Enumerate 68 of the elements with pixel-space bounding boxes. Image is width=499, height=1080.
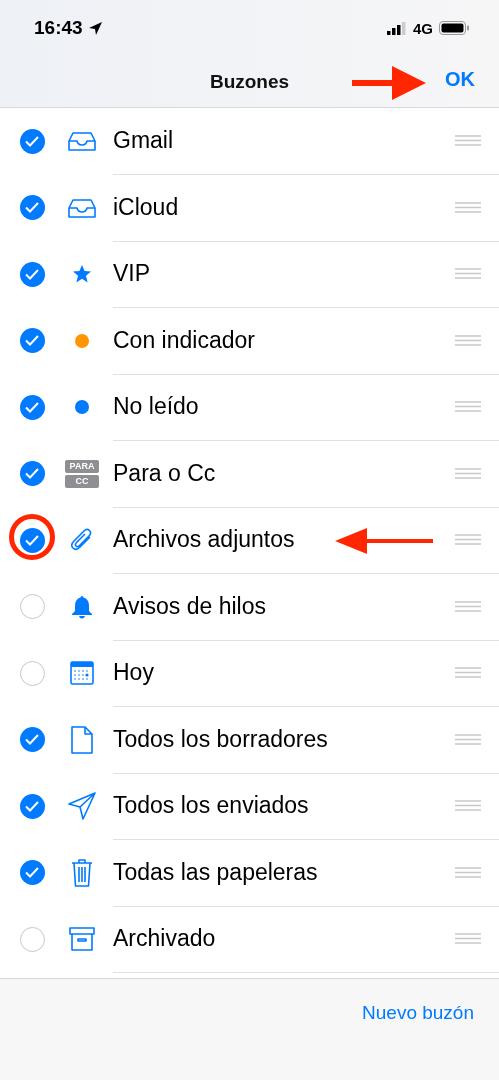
- drag-handle-icon[interactable]: [455, 401, 481, 413]
- battery-icon: [439, 21, 469, 35]
- location-arrow-icon: [88, 21, 102, 35]
- drag-handle-icon[interactable]: [455, 933, 481, 945]
- mailbox-label: No leído: [113, 393, 199, 421]
- drag-handle-icon[interactable]: [455, 467, 481, 479]
- paper-plane-icon: [68, 792, 96, 821]
- mailbox-checkbox[interactable]: [19, 261, 45, 287]
- mailbox-label: Gmail: [113, 127, 174, 155]
- tray-icon: [68, 131, 96, 152]
- checkmark-icon: [25, 734, 39, 746]
- drag-handle-icon[interactable]: [455, 800, 481, 812]
- drag-handle-icon[interactable]: [455, 733, 481, 745]
- mailbox-checkbox[interactable]: [19, 594, 45, 620]
- mailbox-checkbox[interactable]: [19, 793, 45, 819]
- drag-handle-icon[interactable]: [455, 334, 481, 346]
- mailbox-label: Todos los borradores: [113, 725, 328, 753]
- network-label: 4G: [413, 19, 433, 37]
- checkmark-icon: [25, 335, 39, 347]
- mailbox-checkbox[interactable]: [19, 727, 45, 753]
- trash-icon: [71, 858, 93, 887]
- mailbox-checkbox[interactable]: [19, 461, 45, 487]
- drag-handle-icon[interactable]: [455, 201, 481, 213]
- mailbox-label: Con indicador: [113, 326, 255, 354]
- mailbox-label: Hoy: [113, 659, 154, 687]
- checkmark-icon: [25, 202, 39, 214]
- mailbox-checkbox[interactable]: [19, 660, 45, 686]
- checkmark-icon: [25, 534, 39, 546]
- status-time: 16:43: [34, 17, 83, 39]
- checkmark-icon: [25, 800, 39, 812]
- checkmark-icon: [25, 268, 39, 280]
- document-icon: [71, 725, 93, 754]
- mailbox-label: Archivado: [113, 925, 216, 953]
- drag-handle-icon[interactable]: [455, 600, 481, 612]
- mailbox-checkbox[interactable]: [19, 328, 45, 354]
- mailbox-label: iCloud: [113, 193, 179, 221]
- checkmark-icon: [25, 135, 39, 147]
- mailbox-label: Todos los enviados: [113, 792, 309, 820]
- drag-handle-icon[interactable]: [455, 866, 481, 878]
- mailbox-checkbox[interactable]: [19, 926, 45, 952]
- mailbox-checkbox[interactable]: [19, 394, 45, 420]
- bell-icon: [71, 594, 93, 619]
- mailbox-checkbox[interactable]: [19, 128, 45, 154]
- new-mailbox-button[interactable]: Nuevo buzón: [362, 999, 474, 1027]
- mailbox-checkbox[interactable]: [19, 527, 45, 553]
- tag-label: CC: [65, 474, 99, 488]
- calendar-icon: [70, 661, 94, 686]
- drag-handle-icon[interactable]: [455, 135, 481, 147]
- mailbox-label: VIP: [113, 260, 151, 288]
- mailbox-label: Archivos adjuntos: [113, 526, 295, 554]
- mailbox-label: Para o Cc: [113, 459, 216, 487]
- checkmark-icon: [25, 401, 39, 413]
- nav-title: Buzones: [209, 70, 290, 93]
- drag-handle-icon[interactable]: [455, 268, 481, 280]
- drag-handle-icon[interactable]: [455, 667, 481, 679]
- tray-icon: [68, 197, 96, 218]
- signal-icon: [387, 21, 407, 35]
- star-icon: [72, 264, 92, 285]
- drag-handle-icon[interactable]: [455, 534, 481, 546]
- mailbox-checkbox[interactable]: [19, 195, 45, 221]
- mailbox-checkbox[interactable]: [19, 860, 45, 886]
- checkmark-icon: [25, 468, 39, 480]
- tag-label: PARA: [65, 459, 99, 473]
- ok-button[interactable]: OK: [445, 68, 475, 91]
- mailbox-label: Avisos de hilos: [113, 592, 266, 620]
- checkmark-icon: [25, 867, 39, 879]
- archive-box-icon: [69, 927, 95, 952]
- mailbox-label: Todas las papeleras: [113, 858, 318, 886]
